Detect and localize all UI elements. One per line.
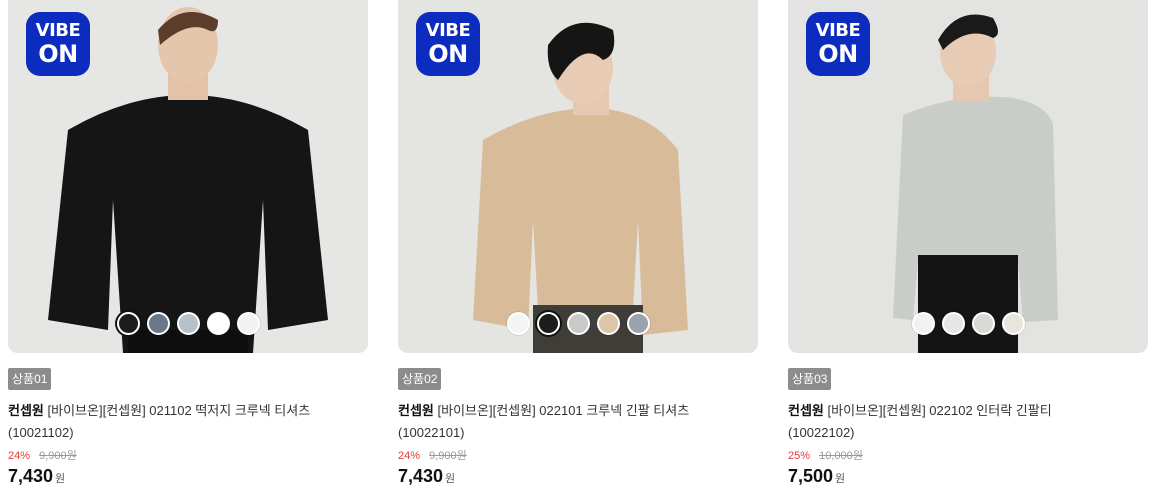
brand-name: 컨셉원 [8,403,44,418]
product-title: [바이브온][컨셉원] 022101 크루넥 긴팔 티셔츠 [437,403,690,418]
product-code: (10021102) [8,425,74,440]
discount-rate: 25% [788,450,811,462]
color-swatch[interactable] [1001,312,1025,335]
price-discount-row: 24% 9,900원 [398,448,758,464]
vibe-on-badge: VIBE ON [416,12,480,76]
color-swatch[interactable] [536,312,560,335]
brand-name: 컨셉원 [788,403,824,418]
product-number-tag: 상품01 [8,368,52,390]
product-image[interactable]: VIBE ON [788,0,1148,353]
sale-price-value: 7,430 [398,466,444,486]
color-swatches [788,312,1148,338]
color-swatches [8,312,368,338]
color-swatch[interactable] [506,312,530,335]
sale-price: 7,500 원 [788,466,1148,487]
color-swatch[interactable] [206,312,230,335]
color-swatch[interactable] [971,312,995,335]
product-name[interactable]: 컨셉원 [바이브온][컨셉원] 021102 떡저지 크루넥 티셔츠 (1002… [8,400,338,444]
price-discount-row: 25% 10,000원 [788,448,1148,464]
color-swatches [398,312,758,338]
sale-price: 7,430 원 [398,466,758,487]
color-swatch[interactable] [566,312,590,335]
sale-price-value: 7,500 [788,466,834,486]
color-swatch[interactable] [911,312,935,335]
product-title: [바이브온][컨셉원] 022102 인터락 긴팔티 (10022102) [788,403,1052,440]
color-swatch[interactable] [146,312,170,335]
currency-unit: 원 [835,473,846,485]
color-swatch[interactable] [176,312,200,335]
original-price: 10,000원 [819,450,863,462]
product-title: [바이브온][컨셉원] 021102 떡저지 크루넥 티셔츠 [47,403,311,418]
original-price: 9,900원 [39,450,77,462]
product-image[interactable]: VIBE ON [398,0,758,353]
vibe-on-badge: VIBE ON [806,12,870,76]
product-image[interactable]: VIBE ON [8,0,368,353]
price-discount-row: 24% 9,900원 [8,448,368,464]
discount-rate: 24% [8,450,31,462]
product-name[interactable]: 컨셉원 [바이브온][컨셉원] 022101 크루넥 긴팔 티셔츠 (10022… [398,400,728,444]
color-swatch[interactable] [236,312,260,335]
currency-unit: 원 [55,473,66,485]
brand-name: 컨셉원 [398,403,434,418]
discount-rate: 24% [398,450,421,462]
product-number-tag: 상품03 [788,368,832,390]
product-name[interactable]: 컨셉원 [바이브온][컨셉원] 022102 인터락 긴팔티 (10022102… [788,400,1118,444]
product-number-tag: 상품02 [398,368,442,390]
color-swatch[interactable] [116,312,140,335]
original-price: 9,900원 [429,450,467,462]
product-card[interactable]: VIBE ON 상품01 컨셉원 [바이브온][컨셉원] 021102 떡저지 … [8,0,368,487]
vibe-on-badge: VIBE ON [26,12,90,76]
product-code: (10022101) [398,425,465,440]
sale-price: 7,430 원 [8,466,368,487]
color-swatch[interactable] [596,312,620,335]
currency-unit: 원 [445,473,456,485]
product-card[interactable]: VIBE ON 상품02 컨셉원 [바이브온][컨셉원] 022101 크루넥 … [398,0,758,487]
color-swatch[interactable] [941,312,965,335]
sale-price-value: 7,430 [8,466,54,486]
product-card[interactable]: VIBE ON 상품03 컨셉원 [바이브온][컨셉원] 022102 인터락 … [788,0,1148,487]
color-swatch[interactable] [626,312,650,335]
